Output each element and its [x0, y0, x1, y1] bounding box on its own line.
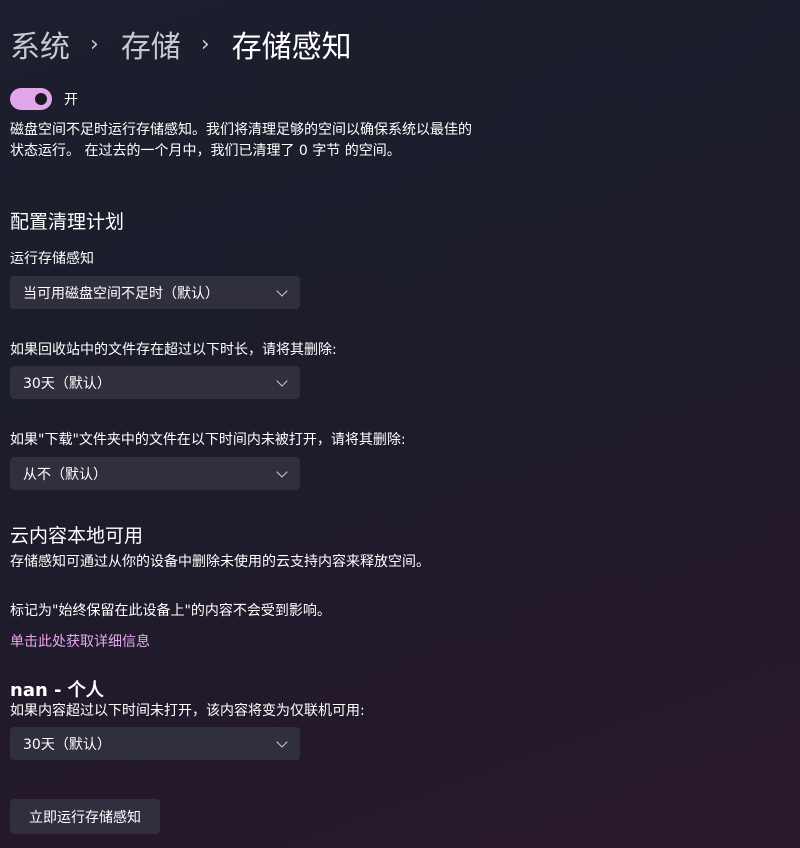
breadcrumb-system[interactable]: 系统 [10, 22, 70, 66]
chevron-down-icon [276, 465, 288, 478]
chevron-right-icon: › [200, 31, 210, 57]
chevron-down-icon [276, 735, 288, 748]
toggle-knob [35, 93, 47, 105]
downloads-label: 如果"下载"文件夹中的文件在以下时间内未被打开，请将其删除: [10, 432, 406, 448]
chevron-right-icon: › [90, 31, 99, 57]
cleanup-schedule-title: 配置清理计划 [10, 211, 125, 233]
chevron-down-icon [276, 284, 288, 297]
dropdown-value: 30天（默认） [23, 736, 111, 753]
storage-sense-toggle-row: 开 [10, 88, 78, 110]
storage-sense-description: 磁盘空间不足时运行存储感知。我们将清理足够的空间以确保系统以最佳的状态运行。 在… [10, 122, 472, 159]
account-label: 如果内容超过以下时间未打开，该内容将变为仅联机可用: [10, 703, 365, 719]
run-storage-sense-now-button[interactable]: 立即运行存储感知 [10, 799, 160, 834]
cloud-content-title: 云内容本地可用 [10, 525, 144, 547]
toggle-state-label: 开 [64, 92, 78, 108]
downloads-dropdown[interactable]: 从不（默认） [10, 457, 300, 490]
account-dropdown[interactable]: 30天（默认） [10, 727, 300, 760]
dropdown-value: 从不（默认） [23, 466, 107, 483]
learn-more-link[interactable]: 单击此处获取详细信息 [10, 631, 150, 651]
dropdown-value: 30天（默认） [23, 375, 111, 392]
breadcrumb-storage[interactable]: 存储 [121, 22, 181, 66]
run-storage-sense-label: 运行存储感知 [10, 251, 94, 267]
recycle-bin-dropdown[interactable]: 30天（默认） [10, 366, 300, 399]
dropdown-value: 当可用磁盘空间不足时（默认） [23, 285, 219, 302]
cloud-content-description: 存储感知可通过从你的设备中删除未使用的云支持内容来释放空间。 [10, 554, 430, 570]
storage-sense-toggle[interactable] [10, 88, 52, 110]
run-storage-sense-dropdown[interactable]: 当可用磁盘空间不足时（默认） [10, 276, 300, 309]
cloud-content-note: 标记为"始终保留在此设备上"的内容不会受到影响。 [10, 603, 331, 619]
recycle-bin-label: 如果回收站中的文件存在超过以下时长，请将其删除: [10, 342, 337, 358]
breadcrumb: 系统 › 存储 › 存储感知 [10, 22, 352, 66]
account-title: nan - 个人 [10, 680, 104, 701]
page-title: 存储感知 [231, 30, 352, 65]
chevron-down-icon [276, 374, 288, 387]
